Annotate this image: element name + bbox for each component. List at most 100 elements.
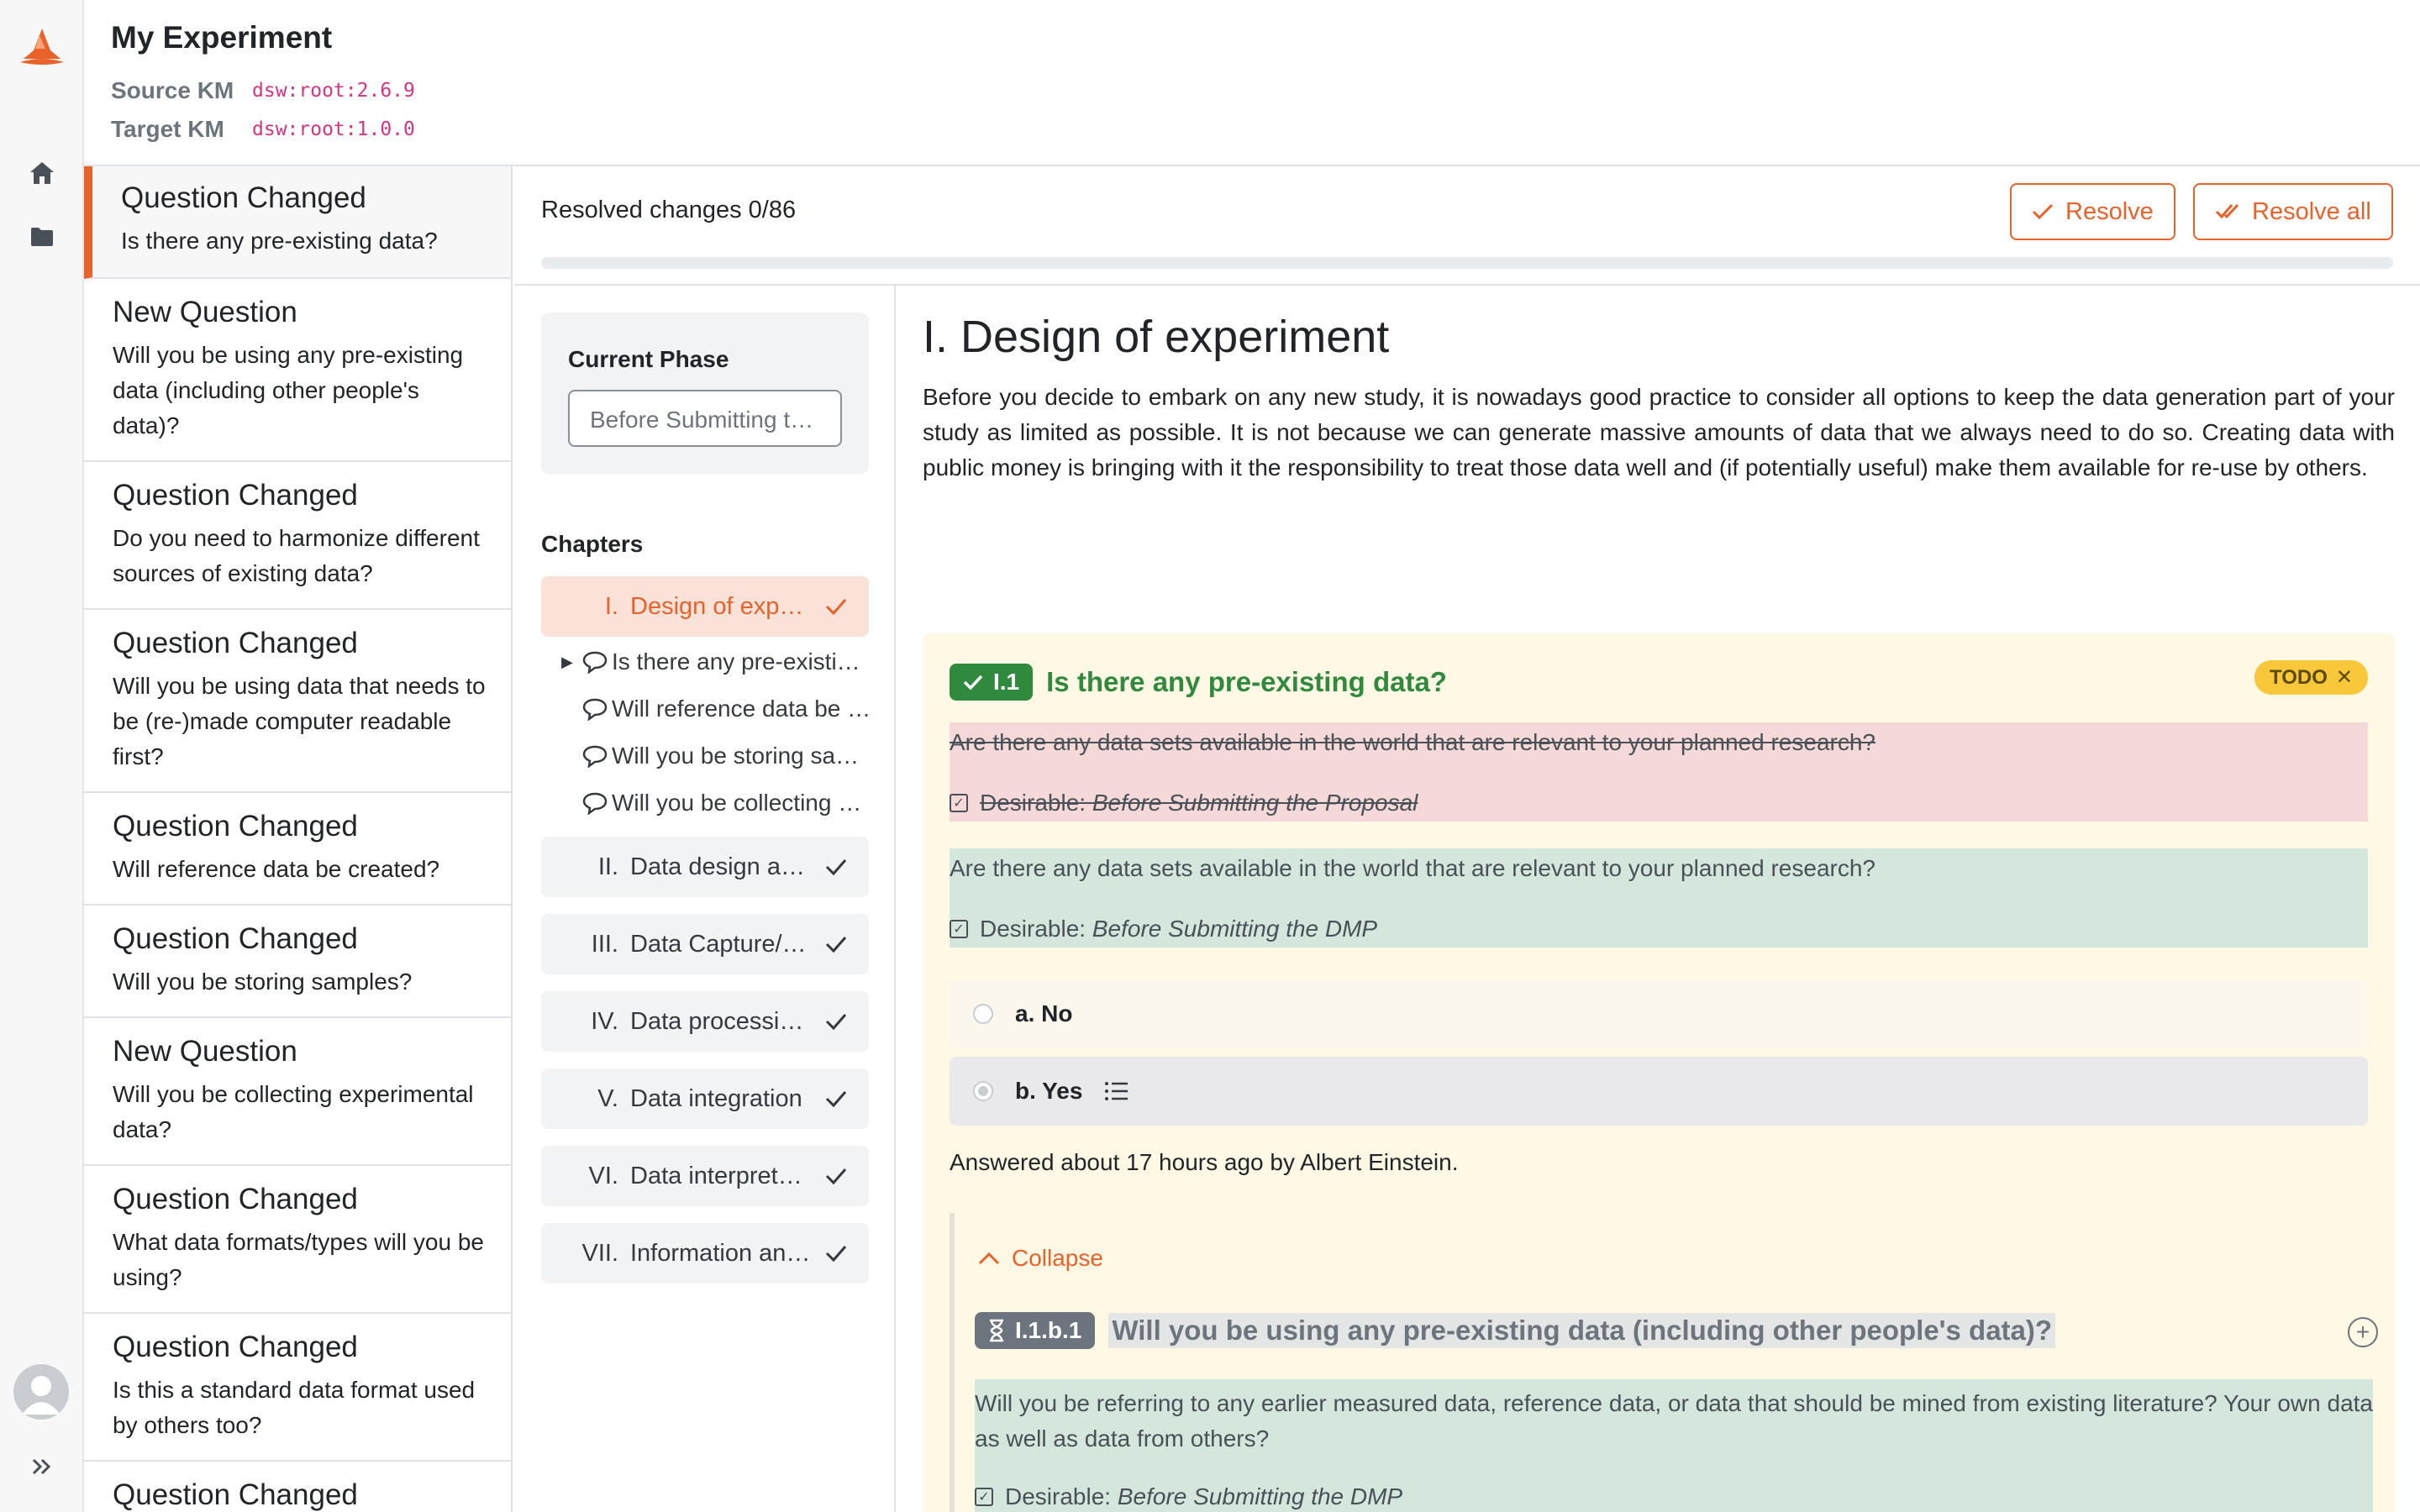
nested-question-badge: I.1.b.1: [975, 1312, 1096, 1349]
check-icon: [2032, 203, 2054, 220]
comment-icon: [582, 745, 608, 768]
change-item[interactable]: Question Changed Will you be storing sam…: [84, 906, 511, 1018]
desirable-label: Desirable:: [1005, 1483, 1112, 1509]
answer-option-no[interactable]: a. No: [950, 979, 2368, 1048]
nested-question-number: I.1.b.1: [1015, 1317, 1082, 1343]
check-icon: [825, 1246, 847, 1263]
answer-option-yes[interactable]: b. Yes: [950, 1057, 2368, 1126]
change-item[interactable]: Question Changed What data formats/types…: [84, 1166, 511, 1314]
check-icon: [825, 1091, 847, 1108]
collapse-label: Collapse: [1012, 1245, 1103, 1271]
check-icon: [825, 1168, 847, 1185]
close-icon[interactable]: ✕: [2336, 665, 2353, 690]
chapter-item[interactable]: III. Data Capture/Measurement: [541, 914, 869, 974]
chapter-item[interactable]: IV. Data processing and curation: [541, 991, 869, 1052]
change-question: Will you be collecting experimental data…: [113, 1081, 474, 1142]
chapter-name: Data integration: [630, 1084, 802, 1112]
chapter-question-item[interactable]: Will you be collecting experimental data…: [561, 783, 881, 823]
check-icon: [825, 937, 847, 953]
caret-right-icon[interactable]: ▶: [561, 654, 578, 671]
page-title: My Experiment: [111, 20, 333, 55]
hourglass-icon: [990, 1319, 1003, 1342]
resolve-label: Resolve: [2065, 197, 2154, 225]
target-km-row: Target KM dsw:root:1.0.0: [111, 116, 415, 143]
chapter-question-item[interactable]: ▶ Is there any pre-existing data?: [561, 642, 881, 682]
change-question: Do you need to harmonize different sourc…: [113, 525, 480, 586]
question-number-badge: I.1: [950, 664, 1034, 701]
change-item[interactable]: Question Changed Is there any pre-existi…: [84, 166, 511, 279]
chapters-heading: Chapters: [541, 531, 644, 557]
chapter-question-item[interactable]: Will reference data be created?: [561, 689, 881, 729]
collapse-button[interactable]: Collapse: [978, 1245, 1103, 1272]
chapter-question-item[interactable]: Will you be storing samples?: [561, 736, 881, 776]
questionnaire-content: I. Design of experiment Before you decid…: [896, 286, 2420, 1512]
migration-toolbar: Resolved changes 0/86 Resolve Resolve al…: [514, 166, 2420, 286]
change-item[interactable]: Question Changed Will you be using data …: [84, 610, 511, 793]
diff-added-block: Are there any data sets available in the…: [950, 848, 2368, 948]
chevron-up-icon: [978, 1252, 1000, 1265]
changes-list: Question Changed Is there any pre-existi…: [84, 166, 513, 1512]
migration-header: My Experiment Source KM dsw:root:2.6.9 T…: [84, 0, 2420, 166]
added-desirable: ✓ Desirable: Before Submitting the DMP: [950, 916, 1377, 942]
chapter-number: II.: [597, 853, 618, 880]
chapters-panel: Current Phase Before Submitting the Prop…: [514, 286, 896, 1512]
chapter-item[interactable]: II. Data design and planning: [541, 837, 869, 897]
home-icon[interactable]: [25, 156, 59, 190]
chapter-item[interactable]: VII. Information and insight: [541, 1223, 869, 1284]
question-title: Is there any pre-existing data?: [1046, 666, 1447, 697]
add-icon[interactable]: +: [2348, 1317, 2378, 1347]
app-sidebar-rail: [0, 0, 84, 1512]
change-question: Is there any pre-existing data?: [121, 228, 438, 254]
app-logo-icon[interactable]: [17, 25, 67, 76]
change-question: Will you be using any pre-existing data …: [113, 342, 464, 438]
change-type: Question Changed: [113, 479, 358, 512]
change-item[interactable]: New Question Will you be using any pre-e…: [84, 279, 511, 462]
phase-select[interactable]: Before Submitting the Proposal: [568, 390, 842, 447]
change-item[interactable]: Question Changed Do you need to harmoniz…: [84, 462, 511, 610]
change-question: Will reference data be created?: [113, 856, 440, 882]
double-check-icon: [2215, 203, 2239, 219]
chapter-item[interactable]: I. Design of experiment: [541, 576, 869, 637]
user-avatar[interactable]: [13, 1364, 69, 1420]
chapter-name: Design of experiment: [630, 592, 815, 620]
radio-button[interactable]: [973, 1081, 993, 1101]
check-icon: [825, 1014, 847, 1031]
question-number: I.1: [993, 669, 1020, 695]
chapter-item[interactable]: VI. Data interpretation: [541, 1146, 869, 1206]
change-question: Will you be storing samples?: [113, 969, 413, 995]
nested-question-text: Will you be referring to any earlier mea…: [975, 1390, 2373, 1452]
chapter-number: IV.: [591, 1007, 618, 1035]
chapter-number: VI.: [588, 1162, 618, 1189]
chapter-name: Information and insight: [630, 1239, 815, 1267]
follow-up-questions: Collapse I.1.b.1 Will you be using any p…: [950, 1213, 2395, 1512]
change-type: Question Changed: [113, 627, 358, 659]
question-header: I.1 Is there any pre-existing data?: [950, 664, 1447, 701]
chapter-name: Data processing and curation: [630, 1007, 815, 1035]
expand-sidebar-icon[interactable]: [25, 1450, 59, 1483]
chapter-name: Data design and planning: [630, 853, 815, 880]
check-icon: [825, 859, 847, 876]
radio-button[interactable]: [973, 1004, 993, 1024]
comment-icon: [582, 651, 608, 674]
change-item[interactable]: New Question Will you be collecting expe…: [84, 1018, 511, 1166]
folder-icon[interactable]: [25, 220, 59, 254]
chapter-question-label: Is there any pre-existing data?: [612, 648, 872, 675]
check-icon: [963, 675, 983, 690]
change-type: Question Changed: [113, 922, 358, 955]
nested-question-title: Will you be using any pre-existing data …: [1108, 1313, 2056, 1348]
chapter-item[interactable]: V. Data integration: [541, 1068, 869, 1129]
phase-label: Current Phase: [568, 346, 729, 372]
resolve-all-label: Resolve all: [2252, 197, 2371, 225]
change-item[interactable]: Question Changed Is this a standard data…: [84, 1314, 511, 1462]
change-item[interactable]: Question Changed: [84, 1462, 511, 1512]
change-item[interactable]: Question Changed Will reference data be …: [84, 793, 511, 906]
change-type: Question Changed: [113, 810, 358, 843]
desirable-value: Before Submitting the DMP: [1092, 916, 1378, 942]
change-question: Will you be using data that needs to be …: [113, 673, 486, 769]
todo-badge[interactable]: TODO ✕: [2254, 660, 2368, 695]
answered-info: Answered about 17 hours ago by Albert Ei…: [950, 1149, 1459, 1175]
resolve-all-button[interactable]: Resolve all: [2193, 183, 2393, 240]
checkbox-icon: ✓: [950, 794, 968, 812]
resolved-count: Resolved changes 0/86: [541, 197, 797, 223]
resolve-button[interactable]: Resolve: [2010, 183, 2175, 240]
